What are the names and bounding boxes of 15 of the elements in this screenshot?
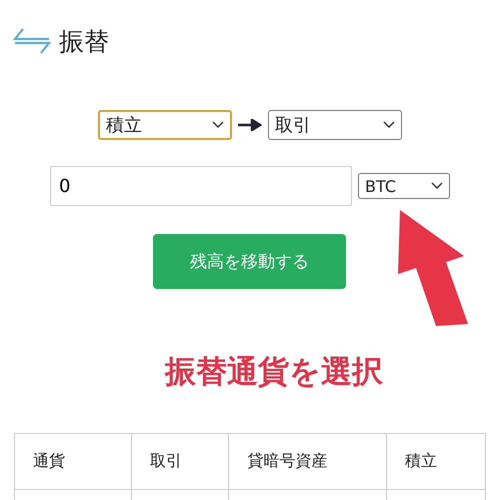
page-title: 振替 [59,26,109,58]
chevron-icon [383,121,395,129]
annotation-text: 振替通貨を選択 [165,353,384,392]
dropdown[interactable]: 積立 [98,110,232,140]
amount-field[interactable]: 0 [50,166,352,206]
chevron-icon [212,121,224,129]
column-header: 取引 [131,434,229,490]
dropdown[interactable]: BTC [358,173,450,199]
chevron-icon [431,182,443,190]
right-arrow-icon [238,119,262,131]
column-header: 通貨 [14,434,132,490]
column-header: 積立 [386,434,486,490]
dropdown[interactable]: 取引 [268,110,402,140]
column-header: 貸暗号資産 [228,434,386,490]
transfer-icon [13,27,51,55]
